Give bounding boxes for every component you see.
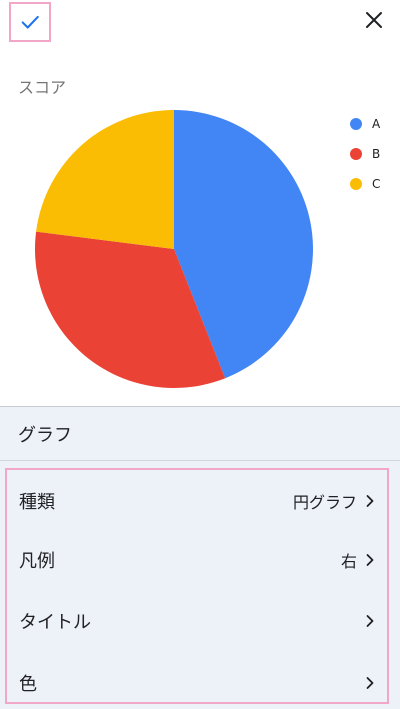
chart-preview: スコア ABC [0,60,400,406]
legend-label: B [372,147,381,161]
legend-item-c: C [350,169,400,199]
chevron-right-icon [366,495,374,507]
legend-swatch [350,178,362,190]
option-value: 右 [340,552,357,571]
option-label: タイトル [19,612,91,633]
top-toolbar [0,0,400,44]
pie-chart [34,110,314,388]
chart-options-list: 種類 円グラフ 凡例 右 タイトル 色 [5,468,389,704]
legend-label: C [372,177,381,191]
option-label: 凡例 [19,551,55,572]
close-button[interactable] [360,4,388,36]
legend-item-a: A [350,109,400,139]
option-label: 種類 [19,492,55,513]
option-value: 円グラフ [292,493,357,512]
option-title[interactable]: タイトル [7,592,387,650]
option-label: 色 [19,674,37,695]
legend-item-b: B [350,139,400,169]
chart-legend: A B C [350,109,400,199]
legend-swatch [350,148,362,160]
close-icon [366,12,382,28]
pie-slice-c [36,110,175,249]
option-chart-type[interactable]: 種類 円グラフ [7,472,387,530]
chevron-right-icon [366,677,374,689]
check-icon [21,15,39,29]
option-color[interactable]: 色 [7,654,387,709]
chart-settings-panel: グラフ 種類 円グラフ 凡例 右 タイトル 色 [0,406,400,709]
chevron-right-icon [366,554,374,566]
confirm-button[interactable] [9,2,51,42]
legend-swatch [350,118,362,130]
section-header-chart: グラフ [0,407,400,461]
legend-label: A [372,117,381,131]
option-legend[interactable]: 凡例 右 [7,531,387,589]
chevron-right-icon [366,615,374,627]
